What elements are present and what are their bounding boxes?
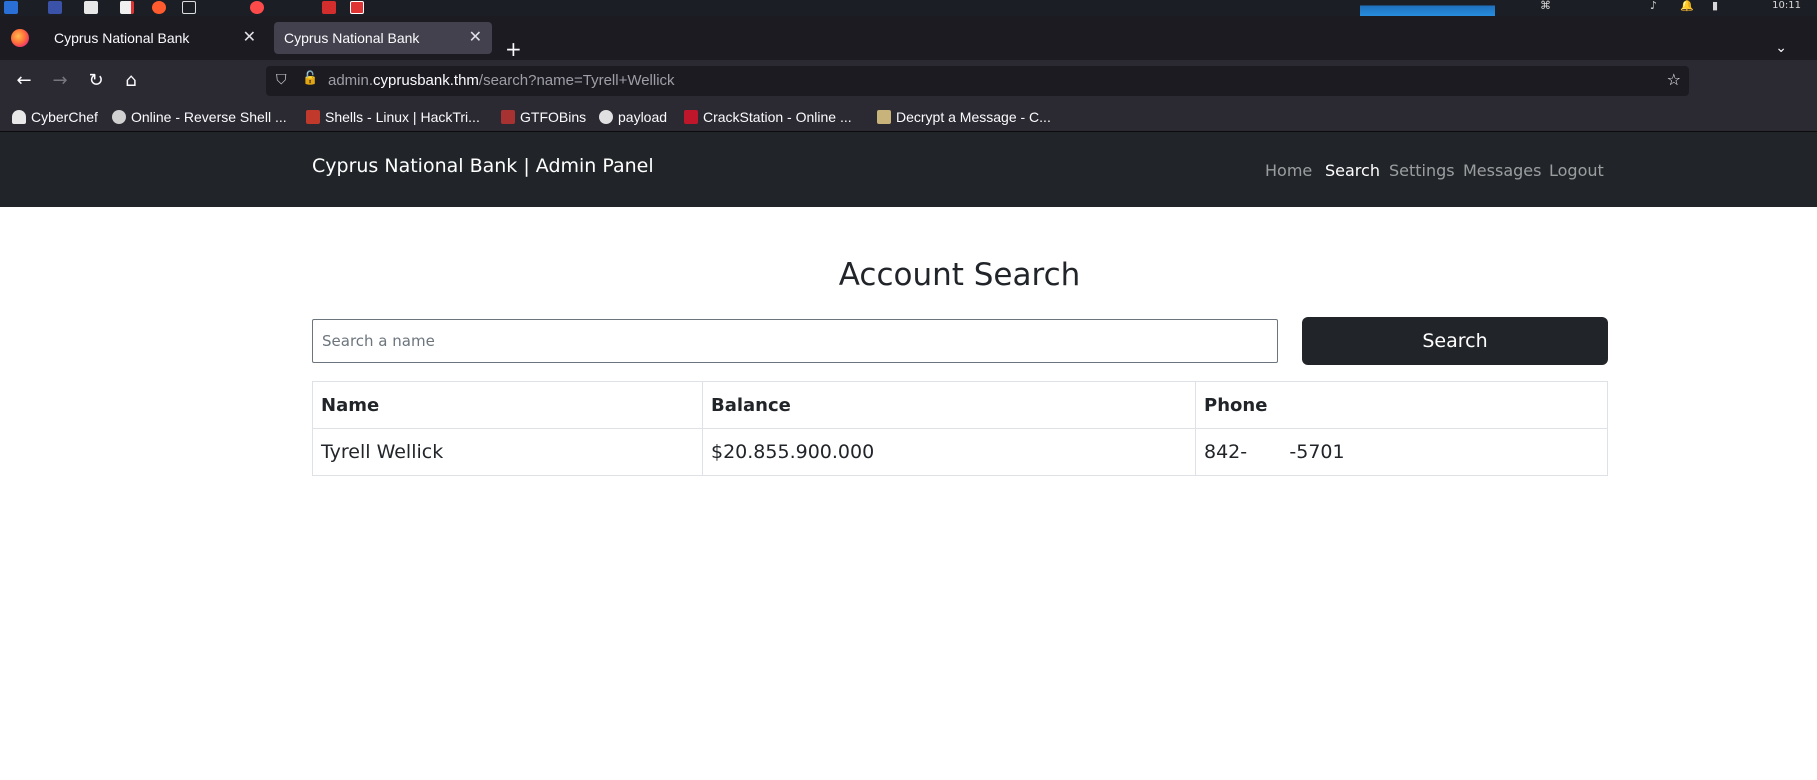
bookmark-gtfobins[interactable]: GTFOBins [501, 108, 586, 126]
os-taskbar: ⌘ ♪ 🔔 ▮ 10:11 [0, 0, 1817, 16]
bookmark-payload[interactable]: payload [599, 108, 667, 126]
nav-search[interactable]: Search [1325, 161, 1380, 181]
bookmark-hacktricks[interactable]: Shells - Linux | HackTri... [306, 108, 480, 126]
kali-menu-icon[interactable] [4, 1, 18, 14]
search-input[interactable] [312, 319, 1278, 363]
tab-title: Cyprus National Bank [284, 30, 420, 46]
column-header-name: Name [312, 381, 703, 429]
bookmark-label: CyberChef [31, 109, 98, 125]
cell-name: Tyrell Wellick [312, 428, 703, 476]
close-tab-icon[interactable]: ✕ [469, 22, 482, 54]
bookmark-label: GTFOBins [520, 109, 587, 125]
gtfobins-icon [501, 110, 515, 124]
new-tab-icon[interactable]: + [505, 38, 522, 60]
taskbar-clock: 10:11 [1772, 0, 1801, 11]
table-header-row: Name Balance Phone [312, 381, 1608, 429]
chef-hat-icon [12, 110, 26, 124]
nav-settings[interactable]: Settings [1389, 161, 1455, 181]
insecure-lock-icon[interactable]: 🔓 [302, 71, 318, 86]
browser-toolbar: ← → ↻ ⌂ ⛉ 🔓 admin.cyprusbank.thm/search?… [0, 60, 1817, 102]
battery-icon: ▮ [1712, 0, 1719, 12]
cell-phone: 842- -5701 [1195, 428, 1608, 476]
bookmark-star-icon[interactable]: ☆ [1667, 70, 1681, 89]
close-tab-icon[interactable]: ✕ [243, 22, 256, 54]
app-window-icon[interactable] [322, 1, 336, 14]
tab-title: Cyprus National Bank [54, 30, 190, 46]
url-text[interactable]: admin.cyprusbank.thm/search?name=Tyrell+… [328, 66, 675, 96]
browser-tabstrip: Cyprus National Bank ✕ Cyprus National B… [0, 16, 1817, 60]
table-row: Tyrell Wellick $20.855.900.000 842- -570… [312, 428, 1608, 476]
page-title: Account Search [838, 257, 1081, 293]
bookmark-reverse-shell[interactable]: Online - Reverse Shell ... [112, 108, 287, 126]
bookmark-crackstation[interactable]: CrackStation - Online ... [684, 108, 852, 126]
browser-tab[interactable]: Cyprus National Bank ✕ [44, 22, 266, 54]
skull-icon [112, 110, 126, 124]
bell-icon[interactable]: 🔔 [1680, 0, 1694, 12]
cell-balance: $20.855.900.000 [702, 428, 1196, 476]
terminal-icon[interactable] [182, 1, 196, 14]
firefox-launcher-icon[interactable] [152, 1, 166, 14]
editor-icon[interactable] [120, 1, 134, 14]
nav-messages[interactable]: Messages [1463, 161, 1541, 181]
bookmark-label: payload [618, 109, 668, 125]
workspace-icon[interactable] [48, 1, 62, 14]
crackstation-icon [684, 110, 698, 124]
results-table: Name Balance Phone Tyrell Wellick $20.85… [312, 381, 1608, 476]
volume-icon[interactable]: ♪ [1650, 0, 1657, 12]
tracking-shield-icon[interactable]: ⛉ [276, 72, 287, 88]
back-icon[interactable]: ← [12, 69, 36, 93]
app-window-icon-2[interactable] [350, 1, 364, 14]
bookmark-decrypt[interactable]: Decrypt a Message - C... [877, 108, 1051, 126]
site-brand[interactable]: Cyprus National Bank | Admin Panel [312, 154, 654, 178]
firefox-window-icon[interactable] [250, 1, 264, 14]
bookmark-cyberchef[interactable]: CyberChef [12, 108, 98, 126]
forward-icon[interactable]: → [48, 69, 72, 93]
column-header-balance: Balance [702, 381, 1196, 429]
url-host: cyprusbank.thm [373, 72, 479, 89]
url-path: /search?name=Tyrell+Wellick [478, 72, 675, 89]
browser-tab-active[interactable]: Cyprus National Bank ✕ [274, 22, 492, 54]
bookmark-label: CrackStation - Online ... [703, 109, 852, 125]
bookmark-label: Decrypt a Message - C... [896, 109, 1051, 125]
url-prefix: admin. [328, 72, 374, 89]
column-header-phone: Phone [1195, 381, 1608, 429]
hacktricks-icon [306, 110, 320, 124]
nav-logout[interactable]: Logout [1549, 161, 1604, 181]
bookmark-label: Shells - Linux | HackTri... [325, 109, 480, 125]
search-button[interactable]: Search [1302, 317, 1608, 365]
bookmarks-bar: CyberChef Online - Reverse Shell ... She… [0, 102, 1817, 132]
reload-icon[interactable]: ↻ [84, 69, 108, 93]
nav-home[interactable]: Home [1265, 161, 1312, 181]
tab-list-chevron-icon[interactable]: ⌄ [1775, 40, 1787, 56]
files-icon[interactable] [84, 1, 98, 14]
site-navbar: Cyprus National Bank | Admin Panel Home … [0, 132, 1817, 207]
cpu-graph [1360, 0, 1495, 16]
url-bar[interactable]: ⛉ 🔓 admin.cyprusbank.thm/search?name=Tyr… [266, 66, 1689, 96]
firefox-logo-icon [11, 29, 29, 47]
github-icon [599, 110, 613, 124]
home-icon[interactable]: ⌂ [119, 69, 143, 93]
bookmark-label: Online - Reverse Shell ... [131, 109, 287, 125]
network-icon[interactable]: ⌘ [1540, 0, 1551, 12]
envelope-icon [877, 110, 891, 124]
